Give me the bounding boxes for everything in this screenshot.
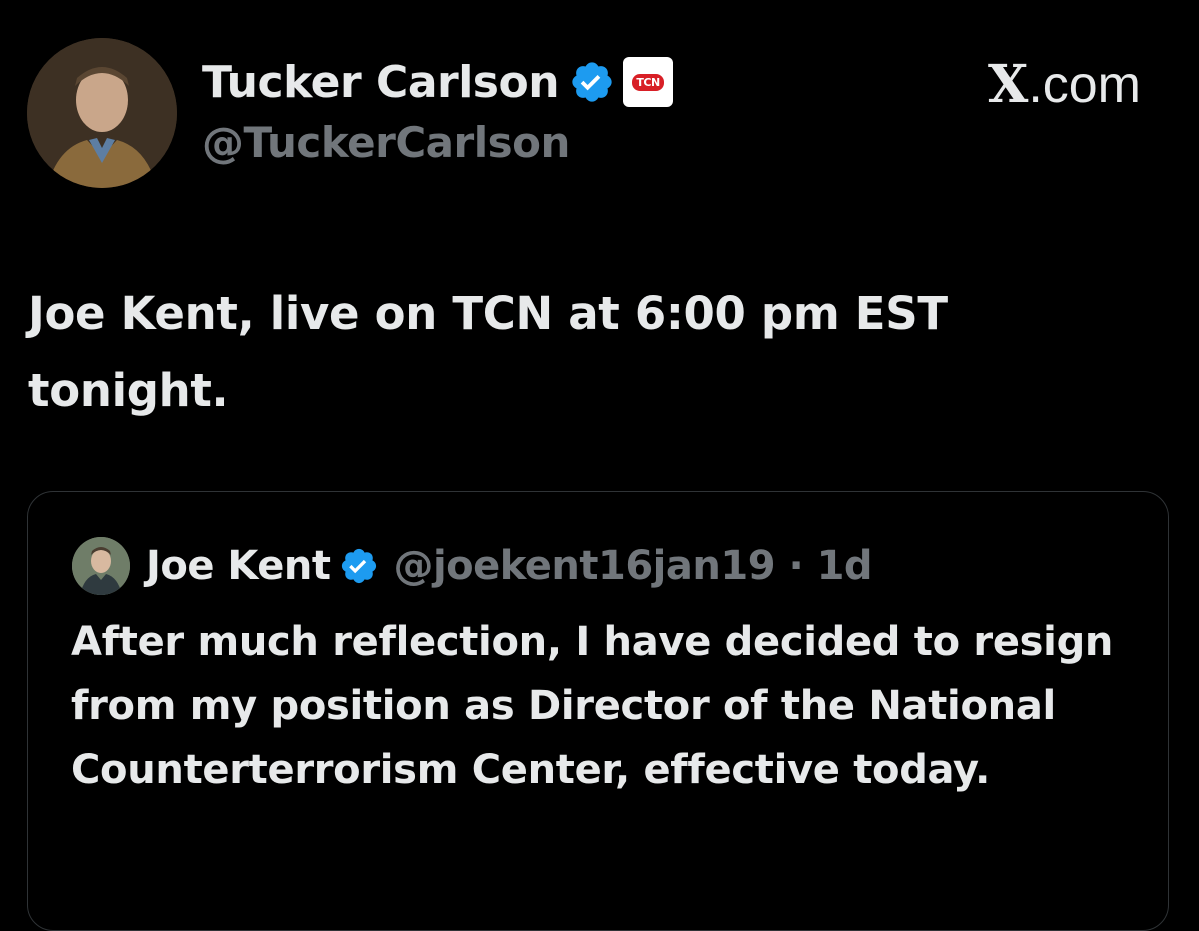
author-avatar[interactable]: [27, 38, 177, 188]
quoted-author-handle-and-time[interactable]: @joekent16jan19 · 1d: [393, 543, 872, 589]
avatar-photo-icon: [27, 38, 177, 188]
author-display-name[interactable]: Tucker Carlson: [202, 57, 560, 108]
quoted-post[interactable]: Joe Kent @joekent16jan19 · 1d After much…: [27, 491, 1169, 931]
x-logo-icon: X: [987, 54, 1029, 115]
brand-suffix: .com: [1028, 56, 1141, 114]
author-name-row: Tucker Carlson TCN: [202, 52, 674, 112]
affiliate-badge[interactable]: TCN: [623, 57, 674, 107]
verified-badge-icon: [342, 548, 377, 584]
verified-badge-icon: [572, 62, 612, 102]
quoted-author-avatar[interactable]: [72, 537, 130, 595]
quoted-author-display-name[interactable]: Joe Kent: [146, 543, 331, 589]
brand-watermark: X.com: [988, 54, 1141, 115]
tweet-card: Tucker Carlson TCN @TuckerCarlson X.com …: [0, 0, 1199, 931]
quoted-post-header: Joe Kent @joekent16jan19 · 1d: [72, 536, 873, 596]
quoted-post-text: After much reflection, I have decided to…: [71, 619, 1114, 793]
post-text: Joe Kent, live on TCN at 6:00 pm EST ton…: [28, 287, 948, 417]
avatar-photo-icon: [72, 537, 130, 595]
affiliate-badge-label: TCN: [632, 73, 664, 91]
author-handle[interactable]: @TuckerCarlson: [202, 118, 570, 167]
